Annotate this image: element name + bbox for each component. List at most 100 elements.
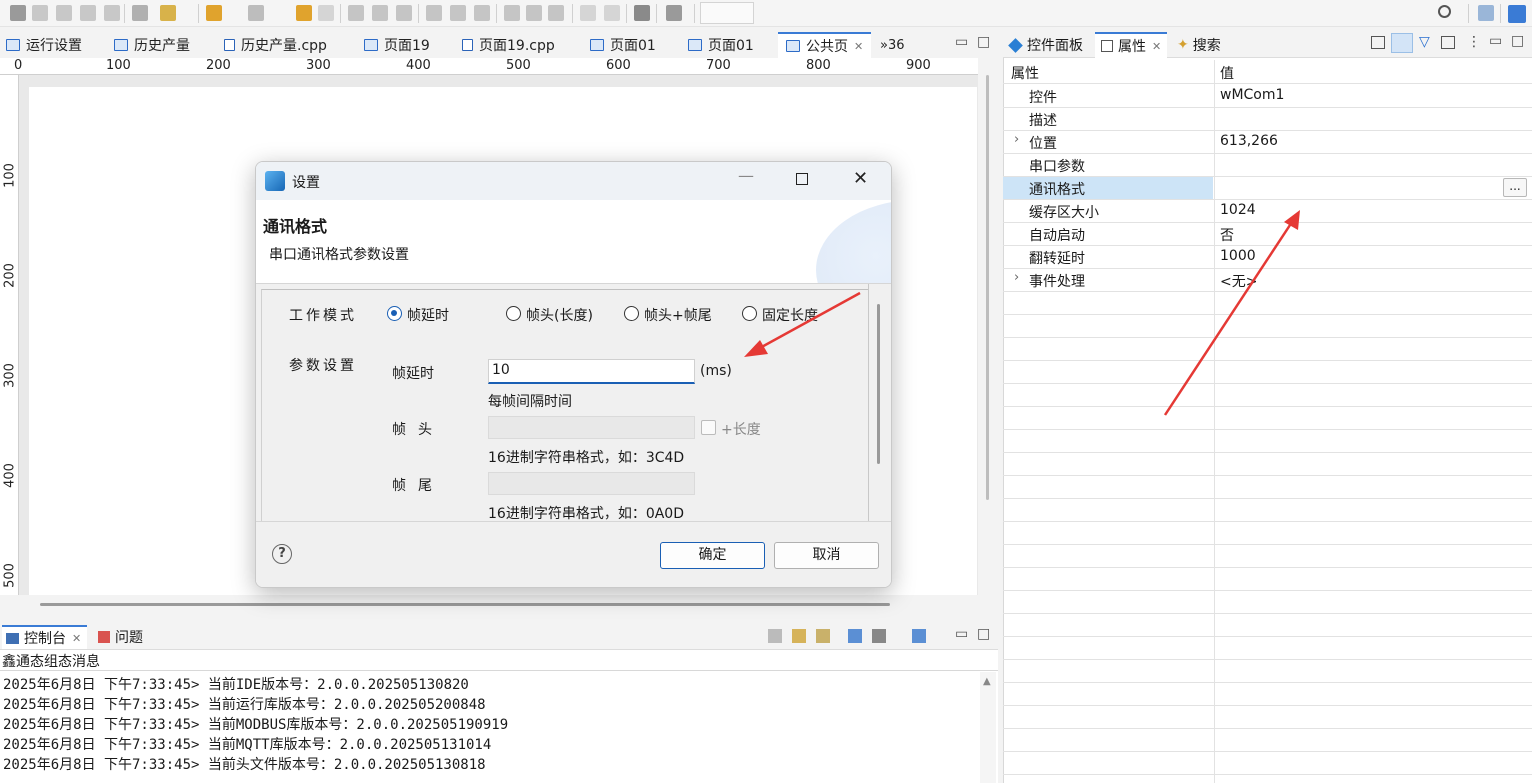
clear-console-icon[interactable] bbox=[768, 629, 782, 643]
pin-icon[interactable] bbox=[666, 5, 682, 21]
space-h-icon[interactable] bbox=[580, 5, 596, 21]
tab-history-output-cpp[interactable]: 历史产量.cpp bbox=[224, 32, 327, 58]
minimize-icon[interactable]: — bbox=[738, 166, 754, 185]
align-left-icon[interactable] bbox=[348, 5, 364, 21]
back-arrow-icon[interactable] bbox=[206, 5, 222, 21]
chevron-right-icon[interactable]: › bbox=[1014, 270, 1019, 285]
frame-head-input[interactable] bbox=[488, 416, 695, 439]
property-row-description[interactable]: 描述 bbox=[1003, 108, 1532, 131]
distribute-icon[interactable] bbox=[548, 5, 564, 21]
property-row-flip-delay[interactable]: 翻转延时 1000 bbox=[1003, 246, 1532, 269]
maximize-icon[interactable] bbox=[796, 173, 808, 185]
word-wrap-icon[interactable] bbox=[816, 629, 830, 643]
cancel-button[interactable]: 取消 bbox=[774, 542, 879, 569]
tree-view-icon[interactable] bbox=[1391, 33, 1413, 53]
frame-tail-input[interactable] bbox=[488, 472, 695, 495]
search-icon[interactable] bbox=[1438, 5, 1451, 18]
editor-horizontal-scrollbar[interactable] bbox=[40, 603, 890, 606]
grid-icon[interactable] bbox=[634, 5, 650, 21]
frame-tail-label: 帧尾 bbox=[392, 478, 444, 494]
perspective-icon[interactable] bbox=[1508, 5, 1526, 23]
pin-console-icon[interactable] bbox=[848, 629, 862, 643]
chevron-right-icon[interactable]: › bbox=[1014, 132, 1019, 147]
toolbar-dropdown[interactable] bbox=[700, 2, 754, 24]
file-icon bbox=[224, 39, 235, 51]
align-middle-icon[interactable] bbox=[450, 5, 466, 21]
display-console-icon[interactable] bbox=[872, 629, 886, 643]
console-scrollbar[interactable]: ▲ bbox=[980, 672, 996, 783]
same-width-icon[interactable] bbox=[504, 5, 520, 21]
frame-delay-input[interactable]: 10 bbox=[488, 359, 695, 384]
wand-icon[interactable] bbox=[160, 5, 176, 21]
tab-page19[interactable]: 页面19 bbox=[364, 32, 430, 58]
radio-fixed-length[interactable] bbox=[742, 306, 757, 321]
align-top-icon[interactable] bbox=[426, 5, 442, 21]
forward-arrow-icon[interactable] bbox=[248, 5, 264, 21]
new-view-icon[interactable] bbox=[1371, 36, 1385, 49]
close-icon[interactable]: ✕ bbox=[72, 632, 81, 645]
open-perspective-icon[interactable] bbox=[1478, 5, 1494, 21]
maximize-icon[interactable]: □ bbox=[1511, 33, 1524, 49]
property-row-comm-format[interactable]: 通讯格式 bbox=[1003, 177, 1532, 200]
tab-page19-cpp[interactable]: 页面19.cpp bbox=[462, 32, 555, 58]
tab-search[interactable]: ✦ 搜索 bbox=[1177, 32, 1221, 58]
property-row-position[interactable]: › 位置 613,266 bbox=[1003, 131, 1532, 154]
scroll-up-icon[interactable]: ▲ bbox=[983, 676, 991, 687]
editor-vertical-scrollbar[interactable] bbox=[986, 75, 989, 500]
close-icon[interactable]: ✕ bbox=[853, 168, 868, 189]
property-empty-row bbox=[1003, 683, 1532, 706]
tab-history-output[interactable]: 历史产量 bbox=[114, 32, 190, 58]
tab-page01[interactable]: 页面01 bbox=[590, 32, 656, 58]
link-icon[interactable] bbox=[32, 5, 48, 21]
minimize-icon[interactable]: ▭ bbox=[955, 34, 968, 50]
open-console-icon[interactable] bbox=[912, 629, 926, 643]
property-row-serial-params[interactable]: 串口参数 bbox=[1003, 154, 1532, 177]
property-row-auto-start[interactable]: 自动启动 否 bbox=[1003, 223, 1532, 246]
lock-scroll-icon[interactable] bbox=[792, 629, 806, 643]
close-icon[interactable]: ✕ bbox=[1152, 40, 1161, 53]
close-icon[interactable]: ✕ bbox=[854, 40, 863, 53]
space-v-icon[interactable] bbox=[604, 5, 620, 21]
download-icon[interactable] bbox=[104, 5, 120, 21]
dialog-scrollbar[interactable] bbox=[877, 304, 880, 464]
tab-problems[interactable]: 问题 bbox=[98, 625, 143, 649]
property-row-buffer-size[interactable]: 缓存区大小 1024 bbox=[1003, 200, 1532, 223]
align-right-icon[interactable] bbox=[396, 5, 412, 21]
list-icon[interactable] bbox=[132, 5, 148, 21]
tab-public-page[interactable]: 公共页 ✕ bbox=[778, 32, 872, 58]
radio-frame-head-tail[interactable] bbox=[624, 306, 639, 321]
maximize-icon[interactable]: □ bbox=[977, 626, 990, 642]
radio-frame-delay[interactable] bbox=[387, 306, 402, 321]
plus-length-checkbox[interactable] bbox=[701, 420, 716, 435]
build-icon[interactable] bbox=[56, 5, 72, 21]
redo-icon[interactable] bbox=[318, 5, 334, 21]
settings-view-icon[interactable] bbox=[1441, 36, 1455, 49]
filter-icon[interactable]: ▽ bbox=[1419, 34, 1430, 50]
same-height-icon[interactable] bbox=[526, 5, 542, 21]
minimize-icon[interactable]: ▭ bbox=[1489, 33, 1502, 49]
align-center-icon[interactable] bbox=[372, 5, 388, 21]
tab-properties[interactable]: 属性 ✕ bbox=[1095, 32, 1168, 58]
ok-button[interactable]: 确定 bbox=[660, 542, 765, 569]
undo-icon[interactable] bbox=[296, 5, 312, 21]
dialog-subheading: 串口通讯格式参数设置 bbox=[269, 247, 409, 263]
tab-overflow[interactable]: »36 bbox=[880, 32, 905, 58]
maximize-icon[interactable]: □ bbox=[977, 34, 990, 50]
refresh-icon[interactable] bbox=[80, 5, 96, 21]
property-empty-row bbox=[1003, 361, 1532, 384]
save-icon[interactable] bbox=[10, 5, 26, 21]
tab-run-settings[interactable]: 运行设置 bbox=[6, 32, 82, 58]
frame-tail-hint: 16进制字符串格式，如：0A0D bbox=[488, 506, 684, 522]
tab-console[interactable]: 控制台 ✕ bbox=[2, 625, 88, 649]
help-icon[interactable]: ? bbox=[272, 544, 292, 564]
radio-frame-head-length[interactable] bbox=[506, 306, 521, 321]
property-row-control[interactable]: 控件 wMCom1 bbox=[1003, 85, 1532, 108]
more-icon[interactable]: ⋮ bbox=[1467, 34, 1481, 50]
minimize-icon[interactable]: ▭ bbox=[955, 626, 968, 642]
property-row-event-handling[interactable]: › 事件处理 <无> bbox=[1003, 269, 1532, 292]
property-empty-row bbox=[1003, 660, 1532, 683]
align-bottom-icon[interactable] bbox=[474, 5, 490, 21]
ellipsis-button[interactable]: ... bbox=[1503, 178, 1527, 197]
tab-control-panel[interactable]: 控件面板 bbox=[1008, 32, 1083, 58]
tab-page01-2[interactable]: 页面01 bbox=[688, 32, 754, 58]
